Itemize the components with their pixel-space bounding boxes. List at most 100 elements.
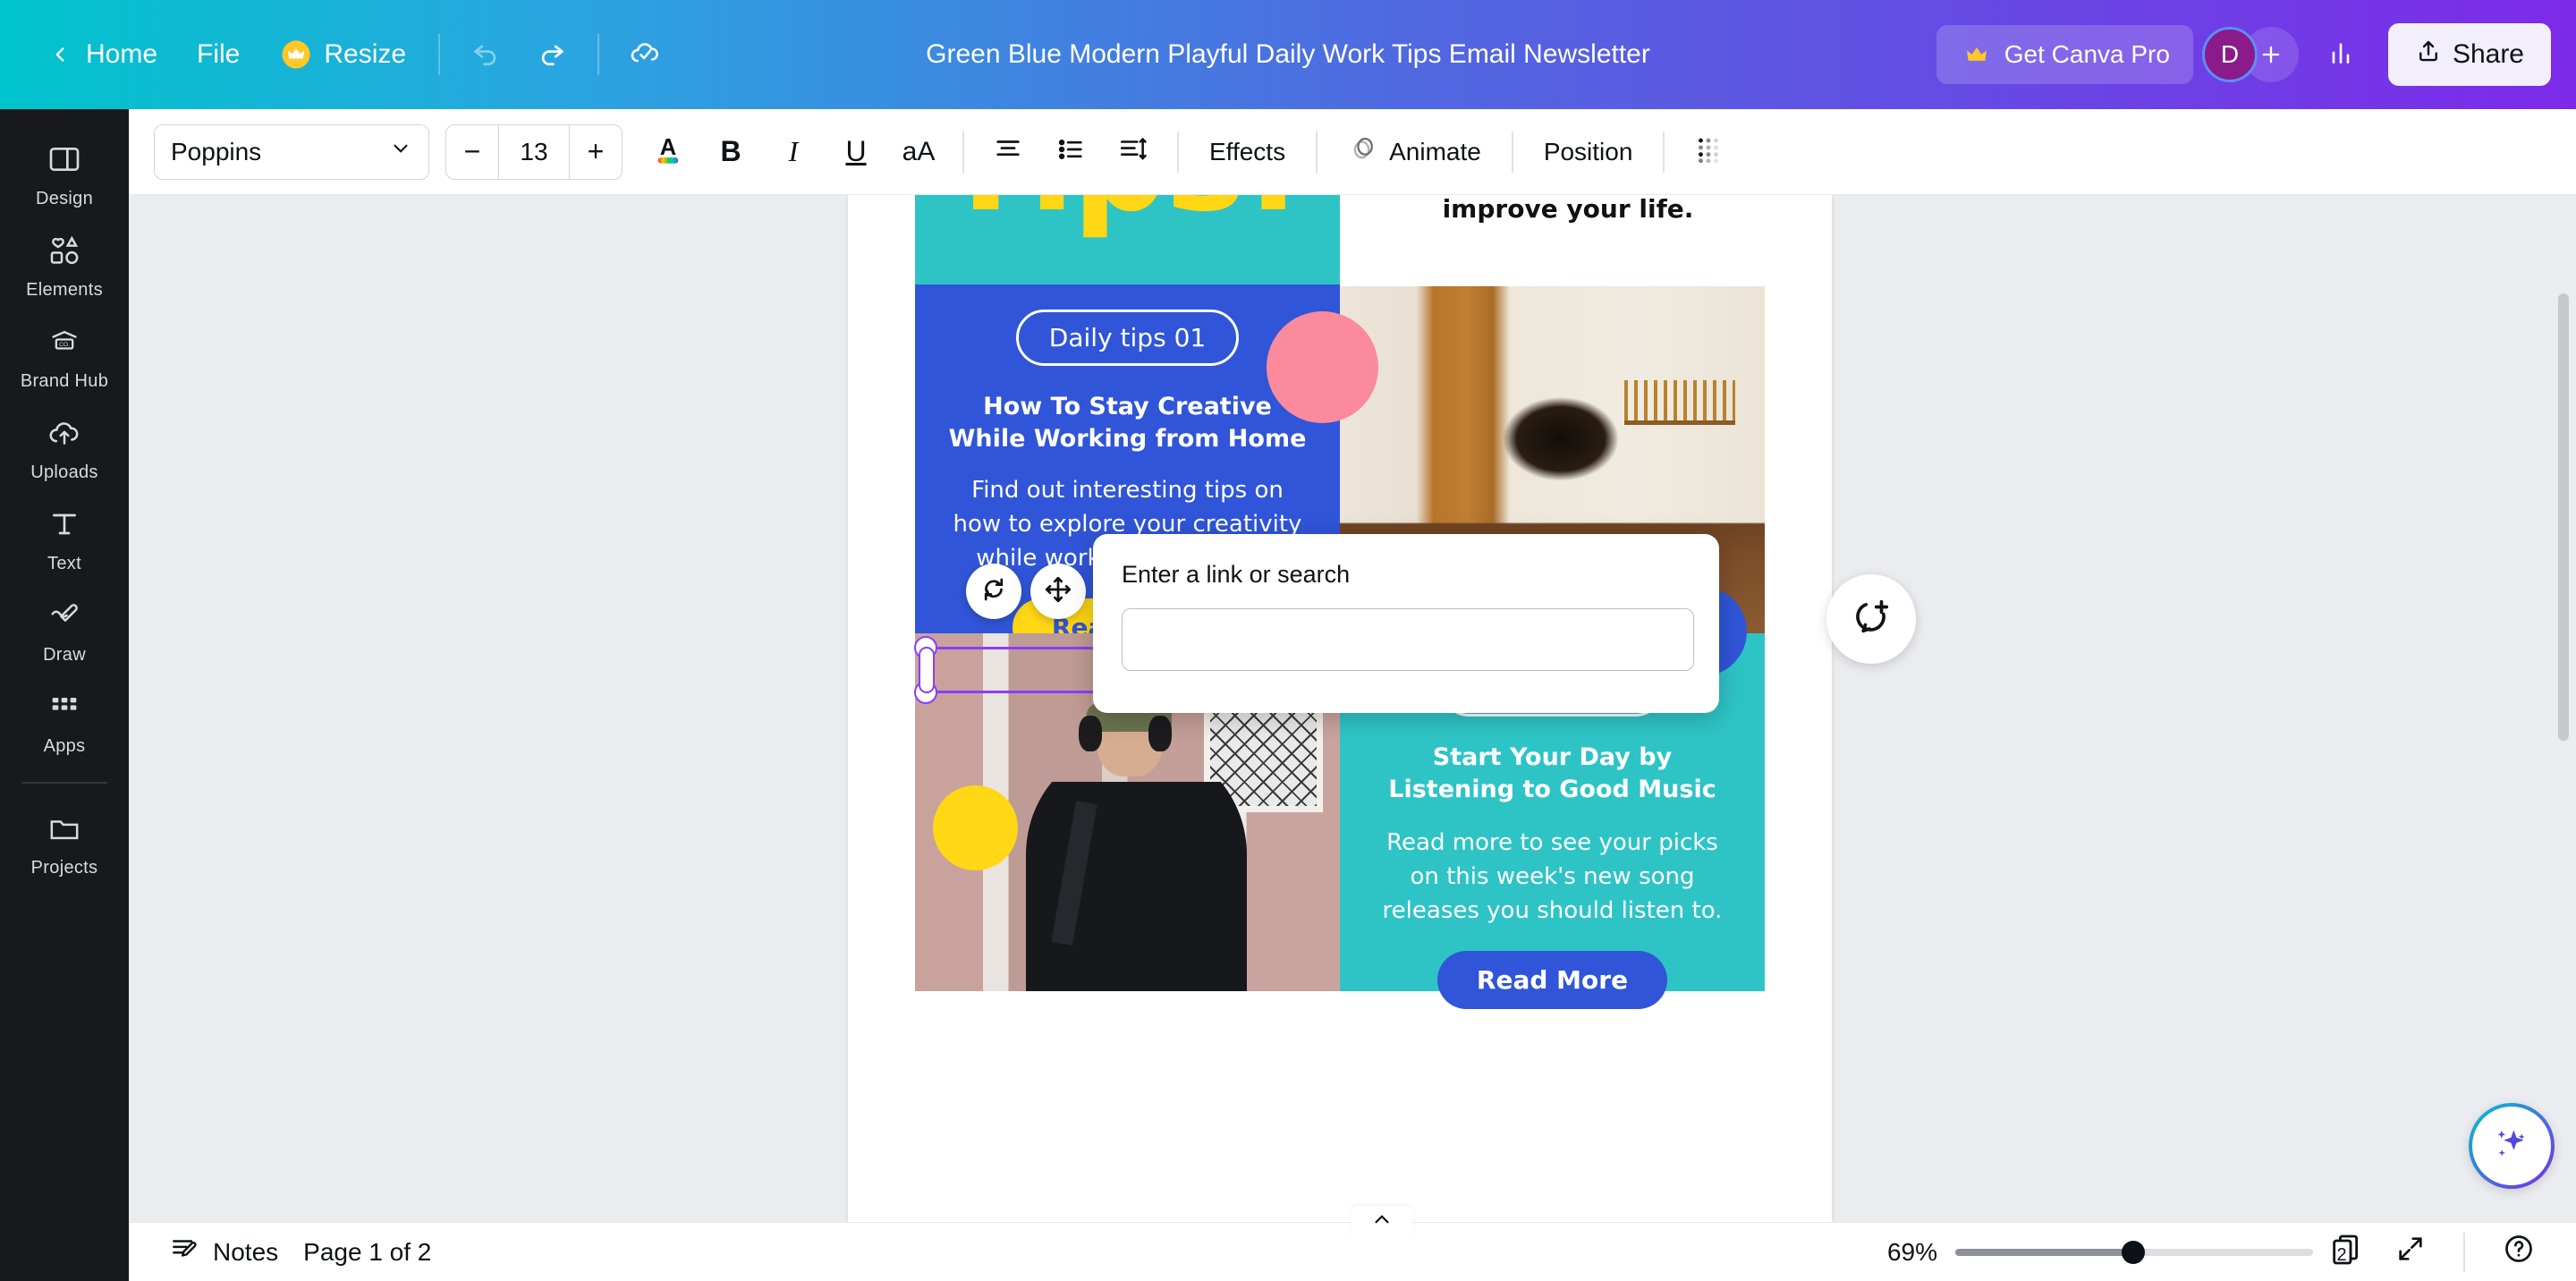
undo-button[interactable] [458,27,513,82]
help-question-icon [2503,1233,2535,1271]
yellow-circle-shape[interactable] [933,785,1018,870]
share-upload-icon [2415,38,2442,72]
fullscreen-button[interactable] [2379,1226,2442,1277]
position-button[interactable]: Position [1526,123,1651,182]
chevron-down-icon [389,137,412,166]
tip2-body[interactable]: Read more to see your picks on this week… [1374,827,1732,928]
zoom-slider-fill [1955,1248,2134,1256]
home-label: Home [86,39,158,69]
page-manager-button[interactable]: 2 [2322,1228,2370,1277]
italic-button[interactable]: I [764,123,823,182]
zoom-slider[interactable] [1955,1240,2313,1264]
chevron-up-icon [1370,1208,1394,1235]
toolbar-divider-3 [1316,131,1318,173]
line-spacing-icon [1118,134,1148,169]
file-label: File [197,39,241,69]
sidebar-item-label: Elements [26,280,103,300]
tip1-pill[interactable]: Daily tips 01 [1015,310,1240,366]
share-label: Share [2452,39,2524,69]
add-comment-button[interactable] [1826,574,1916,664]
link-input[interactable] [1122,608,1694,671]
bullet-list-button[interactable] [1041,123,1100,182]
move-arrows-icon [1043,574,1073,609]
font-size-decrease-button[interactable]: − [446,125,498,179]
bullet-list-icon [1055,134,1086,169]
canvas-scrollbar[interactable] [2558,293,2569,741]
text-t-icon [47,506,82,547]
tips-headline[interactable]: Tips! [940,195,1304,231]
avatar[interactable]: D [2201,27,2258,82]
text-color-button[interactable]: A [639,123,698,182]
toolbar-divider-4 [1511,131,1513,173]
header-right-group: Get Canva Pro D Share [1936,23,2576,86]
chevron-left-icon [45,39,75,70]
help-button[interactable] [2487,1226,2551,1278]
text-toolbar: Poppins − 13 + A B I U aA Effects Animat… [129,109,2576,195]
bold-label: B [720,135,741,167]
sidebar-item-elements[interactable]: Elements [0,220,129,311]
transparency-button[interactable] [1679,123,1738,182]
sidebar-item-draw[interactable]: Draw [0,585,129,676]
sparkle-magic-icon [2490,1123,2533,1170]
tip1-heading[interactable]: How To Stay Creative While Working from … [949,391,1307,454]
home-button[interactable]: Home [25,30,177,79]
zoom-level-label[interactable]: 69% [1878,1231,1946,1274]
magic-studio-button[interactable] [2469,1103,2555,1189]
header-divider-1 [438,34,441,75]
svg-text:CO.: CO. [59,342,70,348]
font-family-value: Poppins [171,137,262,165]
sidebar-item-text[interactable]: Text [0,494,129,585]
grid-apps-icon [47,689,82,729]
toolbar-divider-5 [1663,131,1665,173]
sidebar-item-label: Design [35,189,94,208]
collapse-panel-button[interactable] [1351,1206,1413,1236]
person-body [1025,748,1247,991]
resize-button[interactable]: Resize [259,29,426,81]
insights-button[interactable] [2313,27,2368,82]
crown-icon [279,38,313,72]
animate-button[interactable]: Animate [1330,123,1499,182]
collaborators-group: D [2201,27,2299,82]
notes-pencil-icon [170,1234,200,1270]
zoom-slider-knob[interactable] [2122,1240,2145,1264]
redo-button[interactable] [524,27,580,82]
sidebar-item-apps[interactable]: Apps [0,676,129,768]
get-canva-pro-button[interactable]: Get Canva Pro [1936,25,2193,84]
move-handle-button[interactable] [1030,564,1086,619]
share-button[interactable]: Share [2387,23,2551,86]
tip2-read-more-button[interactable]: Read More [1436,951,1668,1010]
sidebar-item-label: Apps [43,736,86,756]
sidebar-item-projects[interactable]: Projects [0,798,129,889]
font-family-select[interactable]: Poppins [154,123,429,180]
page-count-label: 2 [2336,1245,2347,1265]
header-divider-2 [597,34,600,75]
effects-button[interactable]: Effects [1191,123,1303,182]
rotate-handle-button[interactable] [966,564,1021,619]
page-indicator: Page 1 of 2 [303,1237,432,1266]
sidebar-item-uploads[interactable]: Uploads [0,403,129,494]
text-align-button[interactable] [979,123,1038,182]
font-size-input[interactable]: 13 [498,124,570,179]
sidebar-item-label: Brand Hub [20,371,109,391]
tip2-heading[interactable]: Start Your Day by Listening to Good Musi… [1374,742,1732,805]
file-menu-button[interactable]: File [177,30,259,79]
toolbar-divider-1 [962,131,964,173]
bottom-bar-divider [2463,1232,2465,1272]
bold-button[interactable]: B [701,123,760,182]
sidebar-item-brand-hub[interactable]: CO. Brand Hub [0,311,129,403]
line-spacing-button[interactable] [1104,123,1163,182]
notes-button[interactable]: Notes [154,1226,294,1277]
intro-paragraph[interactable]: newsletter! we are here to provide you w… [1380,195,1756,227]
saved-status-button[interactable] [617,27,673,82]
align-text-icon [993,134,1023,169]
font-size-increase-button[interactable]: + [570,125,622,179]
sidebar-item-design[interactable]: Design [0,129,129,220]
pink-circle-shape[interactable] [1267,311,1378,423]
shapes-icon [47,233,82,273]
link-dialog: Enter a link or search [1093,534,1719,713]
layout-icon [47,141,82,182]
design-title[interactable]: Green Blue Modern Playful Daily Work Tip… [908,32,1668,77]
letter-case-button[interactable]: aA [889,123,948,182]
case-label: aA [902,136,936,166]
underline-button[interactable]: U [826,123,886,182]
